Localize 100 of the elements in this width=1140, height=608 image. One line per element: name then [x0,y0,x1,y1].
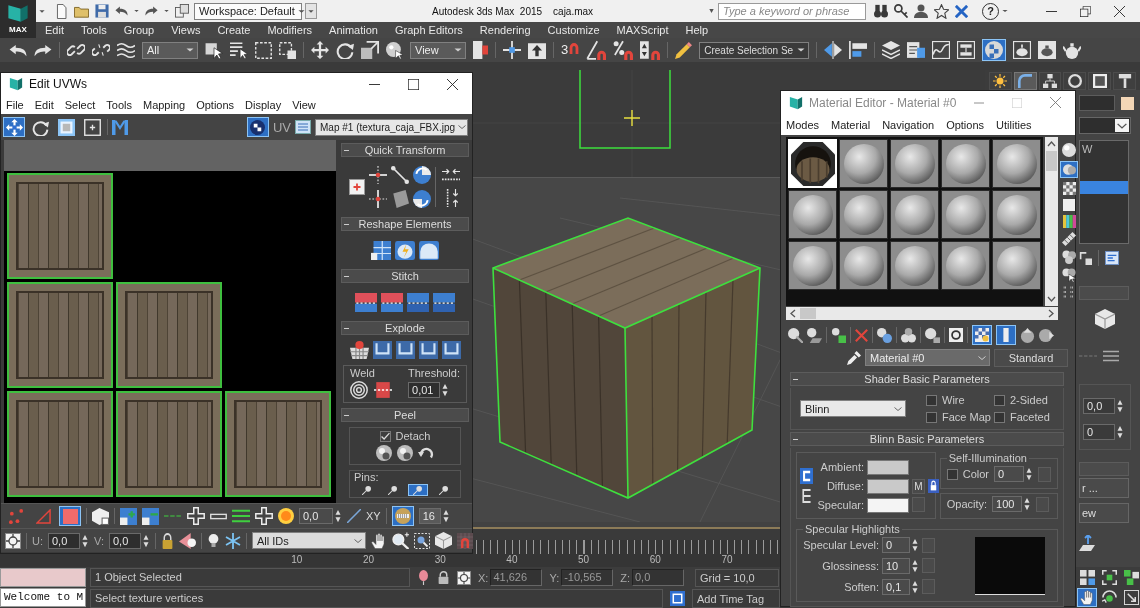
move-icon[interactable] [311,41,329,59]
viewport-nav-button[interactable] [1121,588,1140,607]
menu-item[interactable]: Group [123,23,155,37]
ladder-strip-icon[interactable] [1062,232,1076,246]
dotted-block-icon[interactable] [374,381,392,399]
spinner-arrows-icon[interactable] [81,533,89,548]
spinner-field[interactable]: 0,0 [109,532,141,549]
cube-icon[interactable] [435,532,452,549]
spinner-field[interactable]: 16 [418,508,441,524]
caret-icon[interactable] [164,9,169,13]
rollout-header[interactable]: Reshape Elements [341,217,469,231]
coordinate-field[interactable]: 0,0 [632,569,684,586]
menu-item[interactable]: Modes [786,118,820,131]
e-bracket-icon[interactable] [800,488,813,504]
dashed-square-icon[interactable] [279,41,296,59]
dropdown-button[interactable] [305,3,317,19]
material-editor-button[interactable] [982,39,1007,61]
search-field[interactable]: Type a keyword or phrase [718,2,867,20]
material-slot[interactable] [890,190,939,239]
material-slot[interactable] [839,241,888,290]
snowflake-icon[interactable] [225,532,241,549]
tool-button[interactable] [55,117,77,137]
backlight-button[interactable] [1060,161,1078,178]
layers-icon[interactable] [882,41,901,59]
new-file-icon[interactable] [55,3,68,19]
texture-tile[interactable] [7,282,113,388]
panel-button[interactable]: ew [1079,503,1129,523]
map-display-button[interactable] [391,506,414,526]
percent-magnet-icon[interactable] [613,40,634,60]
sphere-cursor-icon[interactable] [386,41,403,59]
rollout-header[interactable]: Quick Transform [341,143,469,157]
menu-item[interactable]: Utilities [996,118,1032,131]
spinner-magnet-icon[interactable] [640,40,661,60]
material-slot[interactable] [890,241,939,290]
curve-graph-icon[interactable] [932,41,951,59]
waves-icon[interactable] [117,41,135,59]
menu-item[interactable]: Display [245,98,282,111]
teapot-icon[interactable] [1063,41,1082,59]
chain-link-icon[interactable] [67,41,85,59]
u-shape-tile-icon[interactable] [418,341,438,359]
viewport-nav-button[interactable] [1077,568,1097,587]
sphere-cluster-icon[interactable] [1062,250,1076,264]
uv-label[interactable]: UV [272,119,291,135]
material-slot[interactable] [890,139,939,188]
panel-tab[interactable] [1038,72,1062,90]
spinner-arrows-icon[interactable] [911,538,919,553]
stitch-icon[interactable] [355,292,377,312]
u-shape-tile-icon[interactable] [372,341,392,359]
checkbox[interactable] [994,394,1005,406]
add-time-tag-button[interactable]: Add Time Tag [692,589,780,608]
user-icon[interactable] [914,4,929,18]
balloon-icon[interactable] [417,570,430,585]
material-slot[interactable] [839,190,888,239]
spinner-field[interactable]: 0,01 [408,382,440,398]
light-bulb-icon[interactable] [207,534,220,547]
cube-icon[interactable] [1095,309,1115,329]
target-square-icon[interactable] [457,570,471,585]
material-slot[interactable] [941,241,990,290]
caret-icon[interactable] [709,7,715,15]
stack-item[interactable]: W [1080,143,1128,156]
magnifier-icon[interactable] [788,327,803,343]
padlock-icon[interactable] [161,532,174,549]
redo-icon[interactable] [145,5,158,17]
checker-pattern-icon[interactable] [1062,182,1076,195]
texture-tile[interactable] [7,173,113,279]
sphere-up-icon[interactable] [1020,327,1035,343]
material-slot[interactable] [941,139,990,188]
cross-dot-icon[interactable] [368,166,387,184]
script-input-field[interactable] [0,568,86,587]
texture-dropdown[interactable]: Map #1 (textura_caja_FBX.jpg [315,118,468,136]
list-icon[interactable] [295,119,311,135]
sphere-box-icon[interactable] [925,327,940,343]
crosshair-icon[interactable] [503,41,521,59]
target-square-icon[interactable] [5,532,21,549]
spinner-field[interactable]: 0 [882,537,910,554]
coordinate-field[interactable]: -10,565 [561,569,614,586]
spinner-field[interactable]: 100 [992,496,1023,512]
named-selection-dropdown[interactable]: Create Selection Se [699,41,810,59]
floor-arrow-icon[interactable] [1079,535,1095,551]
stacked-lines-icon[interactable] [232,509,250,523]
spinner-arrows-icon[interactable] [441,383,449,397]
spinner-arrows-icon[interactable] [334,509,342,523]
checker-button[interactable] [246,117,269,137]
star-icon[interactable] [934,3,950,19]
pencil-icon[interactable] [675,41,693,59]
target-icon[interactable] [350,381,368,399]
snap-toggle-button[interactable]: 3 [561,43,580,57]
glowing-disc-icon[interactable] [278,508,294,524]
square-tile-icon[interactable] [670,591,685,606]
pin-button[interactable] [407,484,428,496]
teapot-frame-icon[interactable] [1013,41,1032,59]
panel-tab[interactable] [1063,72,1087,90]
map-button[interactable]: M [912,479,925,494]
save-icon[interactable] [95,4,109,18]
c-bracket-icon[interactable] [800,468,813,484]
caret-icon[interactable] [1002,9,1009,13]
viewport-nav-button[interactable] [1099,568,1119,587]
menu-item[interactable]: Edit [45,23,64,37]
linked-boxes-icon[interactable] [957,41,976,59]
rollout-header[interactable]: Explode [341,321,469,335]
